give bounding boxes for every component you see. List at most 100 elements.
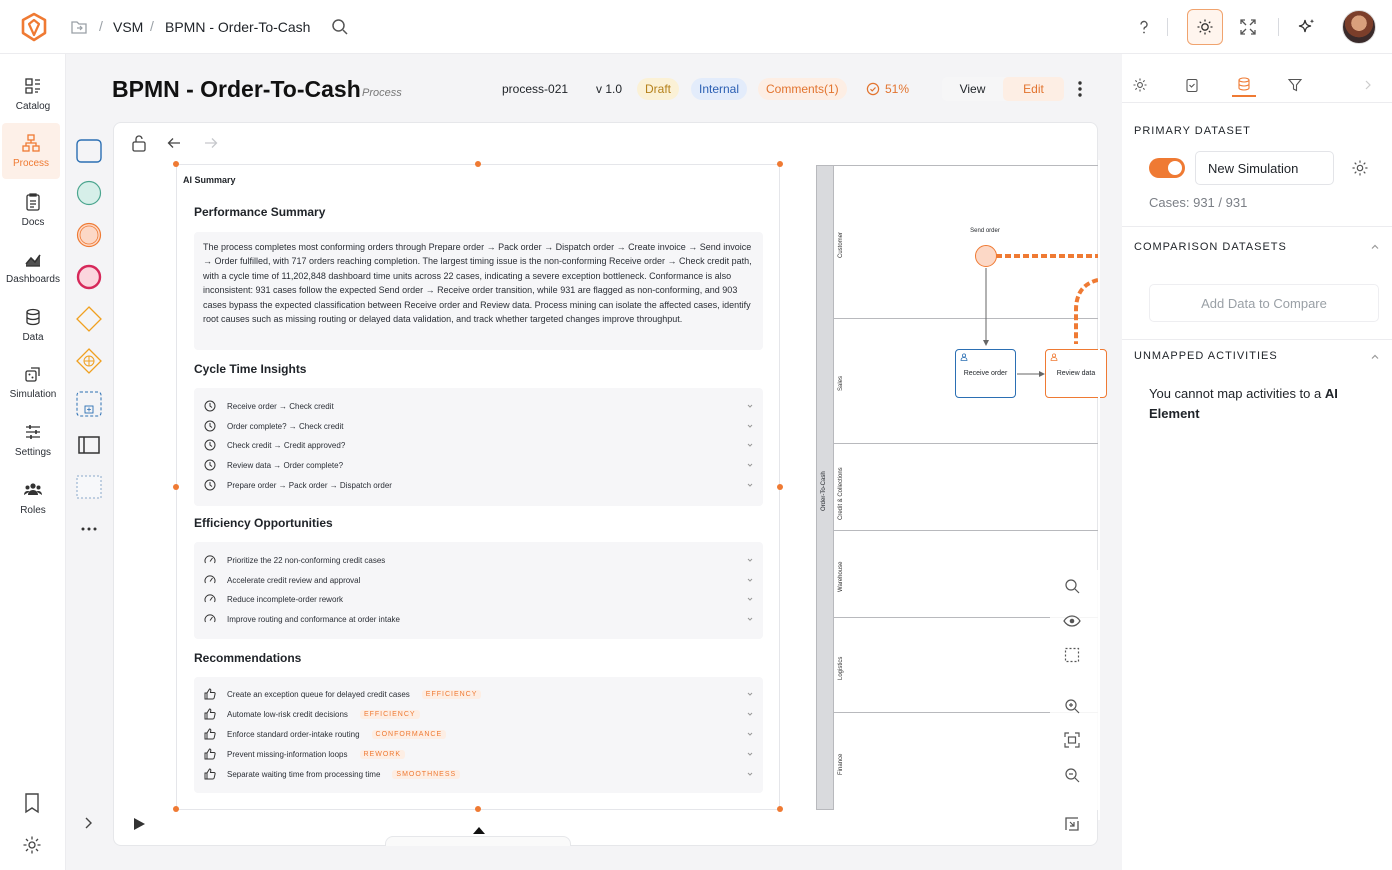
chevron-down-icon <box>747 443 753 447</box>
resize-handle[interactable] <box>475 161 481 167</box>
list-item[interactable]: Receive order → Check credit <box>204 398 754 414</box>
folder-icon[interactable] <box>70 18 88 36</box>
play-icon[interactable] <box>131 816 147 832</box>
resize-handle[interactable] <box>173 806 179 812</box>
rotate-handle-icon[interactable] <box>472 826 486 835</box>
subprocess-tool[interactable] <box>74 389 104 419</box>
sidebar-item-simulation[interactable]: Simulation <box>0 354 66 410</box>
gear-icon[interactable] <box>1351 159 1369 177</box>
section-divider <box>1122 226 1392 227</box>
sidebar-item-catalog[interactable]: Catalog <box>0 66 66 122</box>
minimap-toggle-icon[interactable] <box>1062 814 1082 834</box>
list-item[interactable]: Separate waiting time from processing ti… <box>204 766 754 782</box>
lock-icon[interactable] <box>131 134 147 152</box>
list-item[interactable]: Prepare order → Pack order → Dispatch or… <box>204 477 754 493</box>
gear-icon[interactable] <box>22 835 42 855</box>
efficiency-panel: Prioritize the 22 non-conforming credit … <box>194 542 763 639</box>
tab-scroll-right[interactable] <box>1356 73 1380 97</box>
resize-handle[interactable] <box>173 484 179 490</box>
list-item[interactable]: Automate low-risk credit decisions EFFICI… <box>204 706 754 722</box>
start-event[interactable] <box>975 245 997 267</box>
list-item[interactable]: Improve routing and conformance at order… <box>204 611 754 627</box>
resize-handle[interactable] <box>475 806 481 812</box>
list-item[interactable]: Review data → Order complete? <box>204 457 754 473</box>
resize-handle[interactable] <box>777 806 783 812</box>
selection-icon[interactable] <box>1062 645 1082 665</box>
add-data-to-compare-button[interactable]: Add Data to Compare <box>1149 284 1379 322</box>
more-tools-icon[interactable] <box>74 514 104 544</box>
sidebar-item-data[interactable]: Data <box>0 297 66 353</box>
fullscreen-icon[interactable] <box>1234 13 1262 41</box>
chevron-down-icon <box>747 732 753 736</box>
simulation-select[interactable]: New Simulation <box>1195 151 1334 185</box>
lane-credit[interactable]: Credit & Collections <box>834 443 1098 530</box>
help-icon[interactable] <box>1130 13 1158 41</box>
breadcrumb-current[interactable]: BPMN - Order-To-Cash <box>165 19 310 35</box>
start-event-tool[interactable] <box>74 178 104 208</box>
edit-button[interactable]: Edit <box>1003 77 1064 101</box>
end-event-tool[interactable] <box>74 262 104 292</box>
progress-badge[interactable]: 51% <box>858 78 917 100</box>
fit-to-screen-icon[interactable] <box>1062 730 1082 750</box>
sidebar-item-docs[interactable]: Docs <box>0 182 66 238</box>
eye-icon[interactable] <box>1062 611 1082 631</box>
theme-toggle-button[interactable] <box>1187 9 1223 45</box>
search-icon[interactable] <box>330 17 350 37</box>
expand-chevron-icon[interactable] <box>74 808 104 838</box>
version-badge[interactable]: v 1.0 <box>588 78 630 100</box>
zoom-out-icon[interactable] <box>1062 765 1082 785</box>
app-logo-icon[interactable] <box>18 11 50 43</box>
bottom-drawer-handle[interactable] <box>385 836 571 846</box>
sidebar-item-settings[interactable]: Settings <box>0 412 66 468</box>
sidebar-item-dashboards[interactable]: Dashboards <box>0 239 66 295</box>
list-item[interactable]: Reduce incomplete-order rework <box>204 591 754 607</box>
user-avatar[interactable] <box>1342 10 1376 44</box>
comments-badge[interactable]: Comments(1) <box>758 78 847 100</box>
simulation-icon <box>25 367 40 382</box>
list-item[interactable]: Order complete? → Check credit <box>204 418 754 434</box>
sidebar-item-roles[interactable]: Roles <box>0 470 66 526</box>
tab-data[interactable] <box>1232 73 1256 97</box>
list-item[interactable]: Accelerate credit review and approval <box>204 572 754 588</box>
tab-settings[interactable] <box>1128 73 1152 97</box>
gauge-icon <box>204 594 216 603</box>
status-badge[interactable]: Draft <box>637 78 680 100</box>
task-receive-order[interactable]: Receive order <box>955 349 1016 398</box>
list-item[interactable]: Create an exception queue for delayed cr… <box>204 686 754 702</box>
more-options-icon[interactable] <box>1074 79 1086 99</box>
gateway-tool[interactable] <box>74 304 104 334</box>
list-item[interactable]: Enforce standard order-intake routing CON… <box>204 726 754 742</box>
zoom-in-icon[interactable] <box>1062 696 1082 716</box>
chevron-down-icon <box>747 617 753 621</box>
primary-dataset-heading: PRIMARY DATASET <box>1134 125 1251 137</box>
chevron-up-icon[interactable] <box>1370 242 1380 252</box>
pool-header[interactable]: Order-To-Cash <box>816 165 834 810</box>
search-icon[interactable] <box>1062 576 1082 596</box>
sidebar-item-process[interactable]: Process <box>2 123 60 179</box>
pool-tool[interactable] <box>74 430 104 460</box>
visibility-badge[interactable]: Internal <box>691 78 748 100</box>
resize-handle[interactable] <box>777 161 783 167</box>
lane-label: Sales <box>838 375 844 391</box>
primary-dataset-toggle[interactable] <box>1149 158 1185 178</box>
page-type: Process <box>362 87 402 99</box>
undo-arrow-icon[interactable] <box>167 137 181 149</box>
thumbs-up-icon <box>204 708 216 720</box>
group-tool[interactable] <box>74 472 104 502</box>
bookmark-icon[interactable] <box>22 792 42 814</box>
resize-handle[interactable] <box>777 484 783 490</box>
ai-sparkle-icon[interactable] <box>1293 13 1321 41</box>
breadcrumb-root[interactable]: VSM <box>113 19 143 35</box>
resize-handle[interactable] <box>173 161 179 167</box>
intermediate-event-tool[interactable] <box>74 220 104 250</box>
view-button[interactable]: View <box>942 77 1003 101</box>
parallel-gateway-tool[interactable] <box>74 346 104 376</box>
list-item[interactable]: Prevent missing-information loops REWORK <box>204 746 754 762</box>
tab-filter[interactable] <box>1283 73 1307 97</box>
task-shape-tool[interactable] <box>74 136 104 166</box>
tab-docs[interactable] <box>1180 73 1204 97</box>
redo-arrow-icon[interactable] <box>204 137 218 149</box>
list-item[interactable]: Check credit → Credit approved? <box>204 437 754 453</box>
chevron-up-icon[interactable] <box>1370 352 1380 362</box>
list-item[interactable]: Prioritize the 22 non-conforming credit … <box>204 552 754 568</box>
